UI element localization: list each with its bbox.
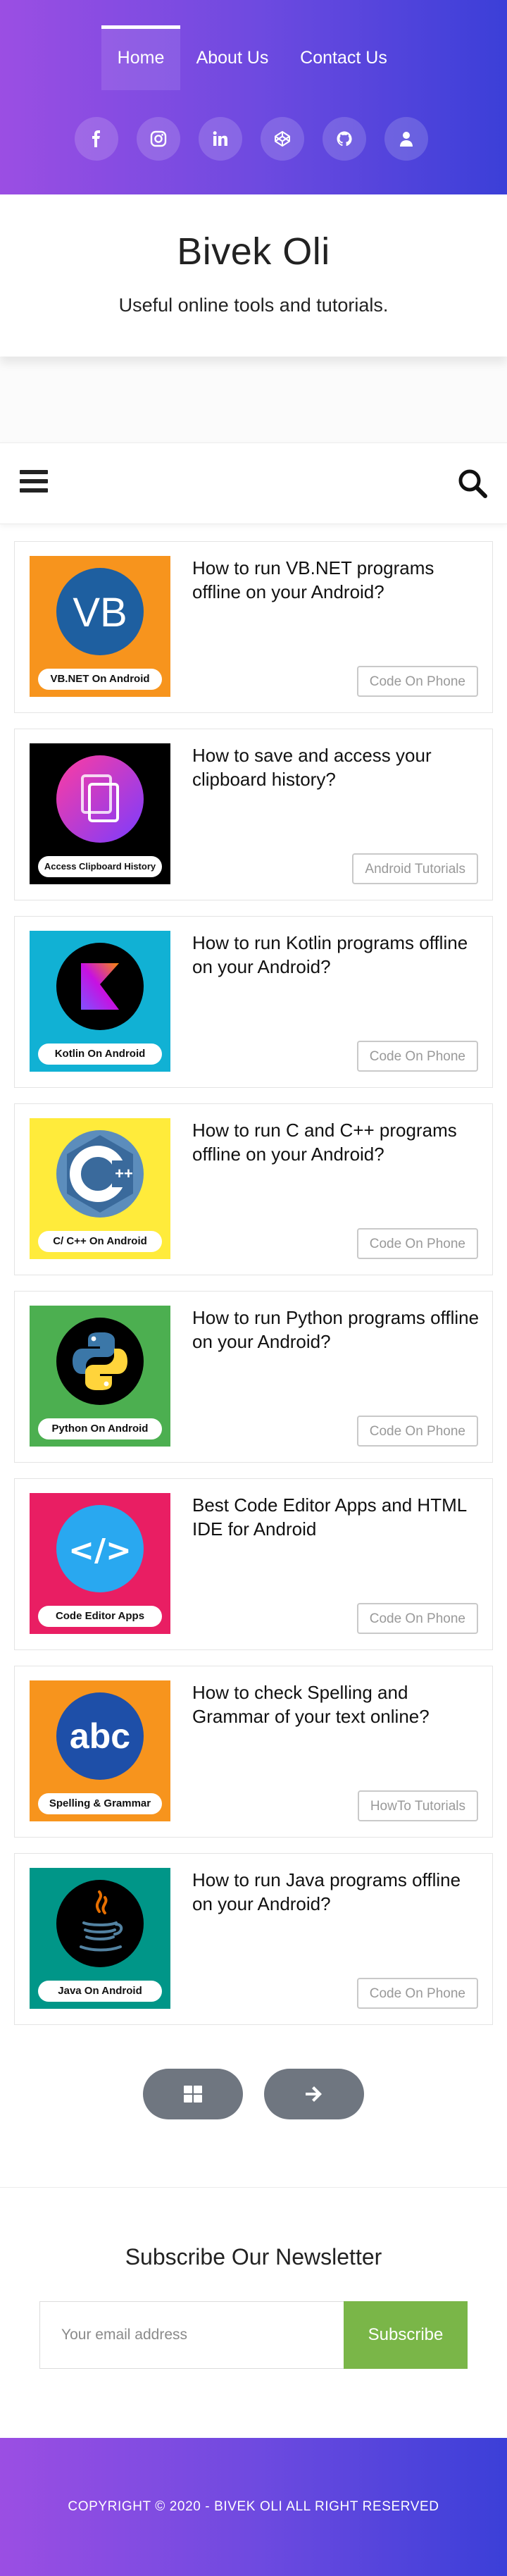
top-banner: Home About Us Contact Us [0, 0, 507, 194]
post-card[interactable]: Java On Android How to run Java programs… [14, 1853, 493, 2025]
post-title[interactable]: How to run Python programs offline on yo… [192, 1306, 482, 1354]
post-thumbnail[interactable]: ++ C/ C++ On Android [30, 1118, 170, 1259]
abc-icon: abc [56, 1692, 144, 1780]
facebook-icon[interactable] [75, 117, 118, 161]
post-thumbnail[interactable]: </> Code Editor Apps [30, 1493, 170, 1634]
post-list: VB VB.NET On Android How to run VB.NET p… [0, 541, 507, 2025]
python-logo-icon [56, 1318, 144, 1405]
copyright-text: COPYRIGHT © 2020 - BIVEK OLI ALL RIGHT R… [68, 2499, 439, 2514]
thumbnail-label: Java On Android [38, 1981, 162, 2002]
category-tag[interactable]: HowTo Tutorials [357, 1790, 478, 1821]
post-card[interactable]: abc Spelling & Grammar How to check Spel… [14, 1666, 493, 1838]
category-tag[interactable]: Code On Phone [356, 1416, 478, 1447]
site-title[interactable]: Bivek Oli [0, 230, 507, 273]
svg-text:abc: abc [70, 1716, 130, 1756]
main-nav: Home About Us Contact Us [0, 25, 507, 90]
code-brackets-icon: </> [56, 1505, 144, 1592]
subscribe-button[interactable]: Subscribe [344, 2301, 468, 2369]
grid-icon[interactable] [143, 2069, 243, 2119]
toolbar [0, 442, 507, 524]
hamburger-menu-icon[interactable] [20, 470, 48, 495]
post-card[interactable]: ++ C/ C++ On Android How to run C and C+… [14, 1103, 493, 1275]
category-tag[interactable]: Code On Phone [356, 1041, 478, 1072]
category-tag[interactable]: Code On Phone [356, 1978, 478, 2009]
post-card[interactable]: </> Code Editor Apps Best Code Editor Ap… [14, 1478, 493, 1650]
site-header: Bivek Oli Useful online tools and tutori… [0, 194, 507, 357]
arrow-right-icon[interactable] [264, 2069, 364, 2119]
newsletter-title: Subscribe Our Newsletter [125, 2244, 382, 2270]
post-title[interactable]: How to check Spelling and Grammar of you… [192, 1680, 482, 1728]
post-thumbnail[interactable]: Access Clipboard History [30, 743, 170, 884]
linkedin-icon[interactable] [199, 117, 242, 161]
post-title[interactable]: How to run Java programs offline on your… [192, 1868, 482, 1916]
svg-text:VB: VB [73, 590, 127, 636]
codepen-icon[interactable] [261, 117, 304, 161]
thumbnail-label: Kotlin On Android [38, 1044, 162, 1065]
post-card[interactable]: Access Clipboard History How to save and… [14, 729, 493, 900]
post-title[interactable]: How to run VB.NET programs offline on yo… [192, 556, 482, 604]
thumbnail-label: Access Clipboard History [38, 856, 162, 877]
footer: COPYRIGHT © 2020 - BIVEK OLI ALL RIGHT R… [0, 2438, 507, 2576]
thumbnail-label: Spelling & Grammar [38, 1793, 162, 1814]
search-icon[interactable] [456, 467, 489, 500]
post-thumbnail[interactable]: Python On Android [30, 1306, 170, 1447]
nav-contact-us[interactable]: Contact Us [287, 25, 400, 90]
spacer [0, 357, 507, 442]
post-thumbnail[interactable]: Kotlin On Android [30, 931, 170, 1072]
post-thumbnail[interactable]: VB VB.NET On Android [30, 556, 170, 697]
thumbnail-label: C/ C++ On Android [38, 1231, 162, 1252]
svg-text:++: ++ [115, 1165, 133, 1182]
post-thumbnail[interactable]: Java On Android [30, 1868, 170, 2009]
post-card[interactable]: Kotlin On Android How to run Kotlin prog… [14, 916, 493, 1088]
svg-text:</>: </> [68, 1532, 132, 1568]
nav-home[interactable]: Home [101, 25, 180, 90]
post-title[interactable]: Best Code Editor Apps and HTML IDE for A… [192, 1493, 482, 1541]
social-links [0, 117, 507, 161]
category-tag[interactable]: Android Tutorials [352, 853, 478, 884]
nav-about-us[interactable]: About Us [186, 25, 279, 90]
cpp-logo-icon: ++ [56, 1130, 144, 1218]
thumbnail-label: Python On Android [38, 1418, 162, 1439]
kotlin-logo-icon [56, 943, 144, 1030]
post-title[interactable]: How to run C and C++ programs offline on… [192, 1118, 482, 1166]
post-card[interactable]: Python On Android How to run Python prog… [14, 1291, 493, 1463]
pagination [0, 2041, 507, 2187]
thumbnail-label: Code Editor Apps [38, 1606, 162, 1627]
clipboard-icon [56, 755, 144, 843]
category-tag[interactable]: Code On Phone [356, 1603, 478, 1634]
java-logo-icon [56, 1880, 144, 1967]
vbnet-logo-icon: VB [56, 568, 144, 655]
post-title[interactable]: How to run Kotlin programs offline on yo… [192, 931, 482, 979]
post-title[interactable]: How to save and access your clipboard hi… [192, 743, 482, 791]
instagram-icon[interactable] [137, 117, 180, 161]
user-icon[interactable] [384, 117, 428, 161]
category-tag[interactable]: Code On Phone [356, 1228, 478, 1259]
post-card[interactable]: VB VB.NET On Android How to run VB.NET p… [14, 541, 493, 713]
category-tag[interactable]: Code On Phone [356, 666, 478, 697]
newsletter-section: Subscribe Our Newsletter Subscribe [0, 2187, 507, 2438]
email-input[interactable] [39, 2301, 344, 2369]
site-description: Useful online tools and tutorials. [118, 295, 389, 316]
github-icon[interactable] [323, 117, 366, 161]
post-thumbnail[interactable]: abc Spelling & Grammar [30, 1680, 170, 1821]
thumbnail-label: VB.NET On Android [38, 669, 162, 690]
